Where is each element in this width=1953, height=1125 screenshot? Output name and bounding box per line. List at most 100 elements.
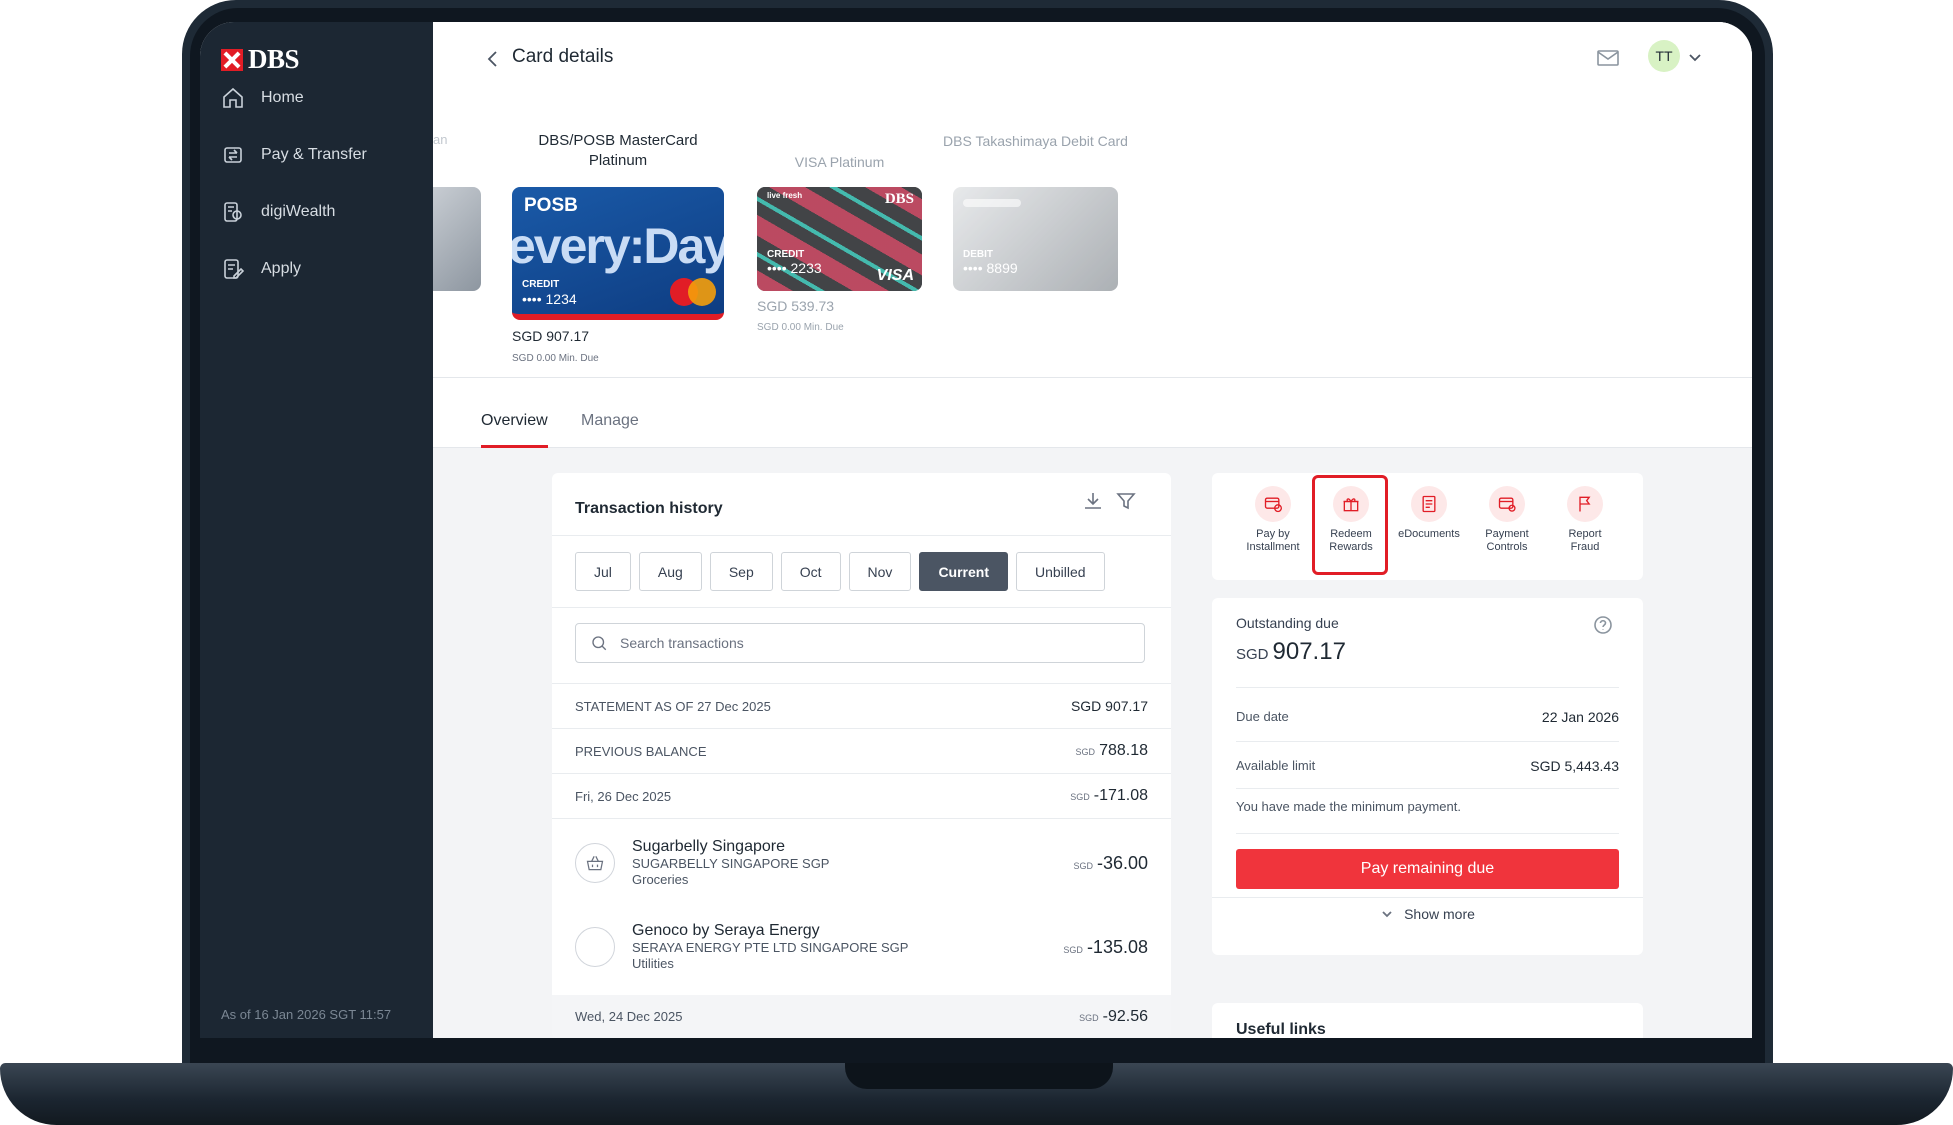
utilities-icon [575,927,615,967]
divider [1236,741,1619,742]
sidebar-item-digiwealth[interactable]: digiWealth [221,200,335,224]
card-decor-bar [963,199,1021,207]
card-number: •••• 8899 [963,260,1018,276]
filter-icon[interactable] [1114,489,1138,513]
month-button-oct[interactable]: Oct [780,552,841,591]
useful-links-title: Useful links [1236,1021,1326,1038]
statement-label: STATEMENT AS OF 27 Dec 2025 [575,698,771,714]
gift-icon [1333,486,1369,522]
month-button-current[interactable]: Current [919,552,1008,591]
transaction-item[interactable]: Sugarbelly Singapore SUGARBELLY SINGAPOR… [552,821,1171,905]
card-name-visa: VISA Platinum [794,154,885,170]
month-button-nov[interactable]: Nov [848,552,912,591]
search-icon [592,636,607,651]
outstanding-due-amount: SGD 907.17 [1236,638,1346,665]
mastercard-logo-icon [670,278,716,306]
date-group-total: -171.08 [1093,787,1148,804]
previous-balance-label: PREVIOUS BALANCE [575,743,707,759]
due-date-row: Due date 22 Jan 2026 [1236,709,1619,725]
divider [552,607,1171,608]
search-transactions-field[interactable] [575,623,1145,663]
sidebar-item-home[interactable]: Home [221,86,304,110]
available-limit-row: Available limit SGD 5,443.43 [1236,758,1619,774]
card-header-area: Card details TT an DBS/POSB MasterCard P… [433,22,1752,378]
download-icon[interactable] [1081,489,1105,513]
payment-controls-button[interactable]: Payment Controls [1468,486,1546,554]
dbs-logo[interactable]: DBS [221,44,300,75]
card-type: DEBIT [963,249,993,260]
card-posb-mastercard[interactable]: POSB every:Day CREDIT •••• 1234 [512,187,724,320]
sidebar-item-pay-transfer[interactable]: Pay & Transfer [221,143,367,167]
chevron-down-icon[interactable] [1687,49,1703,65]
card-type: CREDIT [522,279,560,290]
document-icon [1411,486,1447,522]
currency-label: SGD [1063,944,1083,955]
card-name-debit: DBS Takashimaya Debit Card [943,133,1128,149]
report-fraud-button[interactable]: Report Fraud [1546,486,1624,554]
back-button[interactable] [481,47,505,71]
wealth-icon [224,202,242,222]
posb-brand: POSB [524,195,578,216]
search-input[interactable] [620,635,1120,651]
useful-links-panel: Useful links [1212,1003,1643,1038]
card-min-due: SGD 0.00 Min. Due [757,322,844,333]
previous-balance-amount: 788.18 [1099,742,1148,759]
card-type: CREDIT [767,249,805,260]
transaction-item[interactable]: Genoco by Seraya Energy SERAYA ENERGY PT… [552,905,1171,989]
merchant-name: Sugarbelly Singapore [632,838,785,855]
card-art-text: live fresh [767,191,803,200]
transfer-icon [224,147,242,163]
sidebar: DBS Home Pay & Transfer digiWealth Apply… [200,22,433,1038]
month-button-sep[interactable]: Sep [709,552,773,591]
redeem-rewards-button[interactable]: Redeem Rewards [1312,486,1390,554]
card-number: •••• 1234 [522,291,577,307]
month-filter: Jul Aug Sep Oct Nov Current Unbilled [575,552,1105,591]
transaction-amount: -36.00 [1096,852,1148,873]
card-takashimaya-debit[interactable]: DEBIT •••• 8899 [953,187,1118,291]
date-group-label: Wed, 24 Dec 2025 [575,1009,683,1024]
available-limit-label: Available limit [1236,758,1316,773]
outstanding-due-label: Outstanding due [1236,615,1339,631]
month-button-unbilled[interactable]: Unbilled [1016,552,1105,591]
sidebar-item-apply[interactable]: Apply [221,257,301,281]
transaction-info: Genoco by Seraya Energy SERAYA ENERGY PT… [632,922,1063,972]
currency-label: SGD [1070,792,1090,802]
month-button-aug[interactable]: Aug [638,552,702,591]
avatar[interactable]: TT [1648,40,1680,72]
minimum-payment-note: You have made the minimum payment. [1236,799,1461,814]
tab-manage[interactable]: Manage [581,412,639,445]
statement-amount: SGD 907.17 [1070,698,1148,714]
help-circle-icon[interactable] [1593,615,1613,635]
date-group-row: Wed, 24 Dec 2025 SGD -92.56 [552,995,1171,1038]
transaction-info: Sugarbelly Singapore SUGARBELLY SINGAPOR… [632,838,1073,888]
pay-remaining-due-button[interactable]: Pay remaining due [1236,849,1619,889]
due-date-value: 22 Jan 2026 [1541,709,1619,725]
card-visa-platinum[interactable]: DBS live fresh CREDIT •••• 2233 VISA [757,187,922,291]
month-button-jul[interactable]: Jul [575,552,631,591]
tab-overview[interactable]: Overview [481,412,548,448]
previous-card-peek[interactable] [433,187,481,291]
main-content: Card details TT an DBS/POSB MasterCard P… [433,22,1752,1038]
card-name-posb: DBS/POSB MasterCard Platinum [538,132,698,169]
sidebar-item-label: digiWealth [261,203,336,220]
laptop-notch [845,1063,1113,1089]
divider [1236,788,1619,789]
merchant-descriptor: SERAYA ENERGY PTE LTD SINGAPORE SGP [632,940,909,955]
pay-by-installment-button[interactable]: Pay by Installment [1234,486,1312,554]
divider [552,818,1171,819]
sidebar-item-label: Pay & Transfer [261,146,367,163]
installment-icon [1255,486,1291,522]
mail-icon[interactable] [1596,48,1620,68]
basket-icon [575,843,615,883]
show-more-button[interactable]: Show more [1212,906,1643,922]
edocuments-button[interactable]: eDocuments [1390,486,1468,541]
divider [1236,687,1619,688]
page-title: Card details [512,46,614,67]
last-updated-text: As of 16 Jan 2026 SGT 11:57 [221,1007,392,1022]
dbs-brand: DBS [884,191,914,207]
divider [552,535,1171,536]
chevron-down-icon [1382,911,1392,918]
card-art-text: every:Day [512,218,724,274]
app-screen: DBS Home Pay & Transfer digiWealth Apply… [200,22,1752,1038]
divider [1236,833,1619,834]
